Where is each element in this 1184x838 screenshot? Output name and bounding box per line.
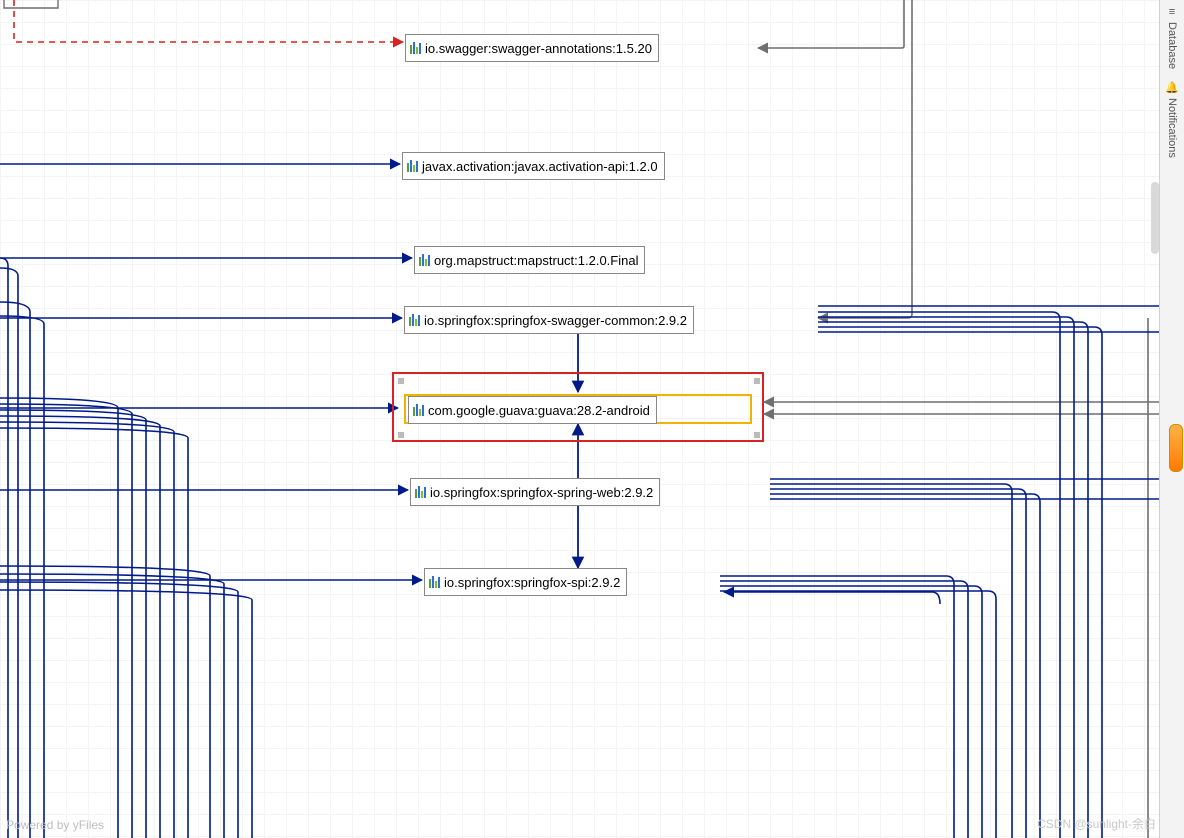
dep-node-swagger-annotations[interactable]: io.swagger:swagger-annotations:1.5.20 [405, 34, 659, 62]
dep-node-guava[interactable]: com.google.guava:guava:28.2-android [408, 396, 657, 424]
library-icon [409, 314, 420, 326]
vertical-scrollbar-thumb[interactable] [1151, 182, 1159, 254]
library-icon [419, 254, 430, 266]
library-icon [413, 404, 424, 416]
dep-node-springfox-spi[interactable]: io.springfox:springfox-spi:2.9.2 [424, 568, 627, 596]
dep-node-springfox-swagger-common[interactable]: io.springfox:springfox-swagger-common:2.… [404, 306, 694, 334]
node-label: io.springfox:springfox-spi:2.9.2 [444, 575, 620, 590]
library-icon [407, 160, 418, 172]
dep-node-javax-activation[interactable]: javax.activation:javax.activation-api:1.… [402, 152, 665, 180]
dep-node-springfox-spring-web[interactable]: io.springfox:springfox-spring-web:2.9.2 [410, 478, 660, 506]
powered-by-label: Powered by yFiles [6, 818, 104, 832]
resize-handle[interactable] [754, 378, 760, 384]
library-icon [410, 42, 421, 54]
resize-handle[interactable] [398, 378, 404, 384]
sidebar-tab-database[interactable]: ≡ Database [1164, 0, 1180, 75]
right-tool-sidebar: ≡ Database 🔔 Notifications [1159, 0, 1184, 838]
bell-icon: 🔔 [1165, 81, 1179, 94]
node-label: org.mapstruct:mapstruct:1.2.0.Final [434, 253, 638, 268]
dep-node-mapstruct[interactable]: org.mapstruct:mapstruct:1.2.0.Final [414, 246, 645, 274]
resize-handle[interactable] [754, 432, 760, 438]
watermark: CSDN @sunlight-余白 [1037, 815, 1156, 832]
library-icon [415, 486, 426, 498]
node-label: com.google.guava:guava:28.2-android [428, 403, 650, 418]
diagram-canvas[interactable]: io.swagger:swagger-annotations:1.5.20 ja… [0, 0, 1160, 838]
node-label: io.springfox:springfox-swagger-common:2.… [424, 313, 687, 328]
library-icon [429, 576, 440, 588]
sidebar-tab-notifications[interactable]: 🔔 Notifications [1163, 75, 1181, 164]
minimap-indicator[interactable] [1169, 424, 1183, 472]
sidebar-tab-label: Notifications [1166, 98, 1178, 158]
node-label: javax.activation:javax.activation-api:1.… [422, 159, 658, 174]
resize-handle[interactable] [398, 432, 404, 438]
node-label: io.springfox:springfox-spring-web:2.9.2 [430, 485, 653, 500]
node-label: io.swagger:swagger-annotations:1.5.20 [425, 41, 652, 56]
database-icon: ≡ [1169, 6, 1175, 18]
sidebar-tab-label: Database [1166, 22, 1178, 69]
